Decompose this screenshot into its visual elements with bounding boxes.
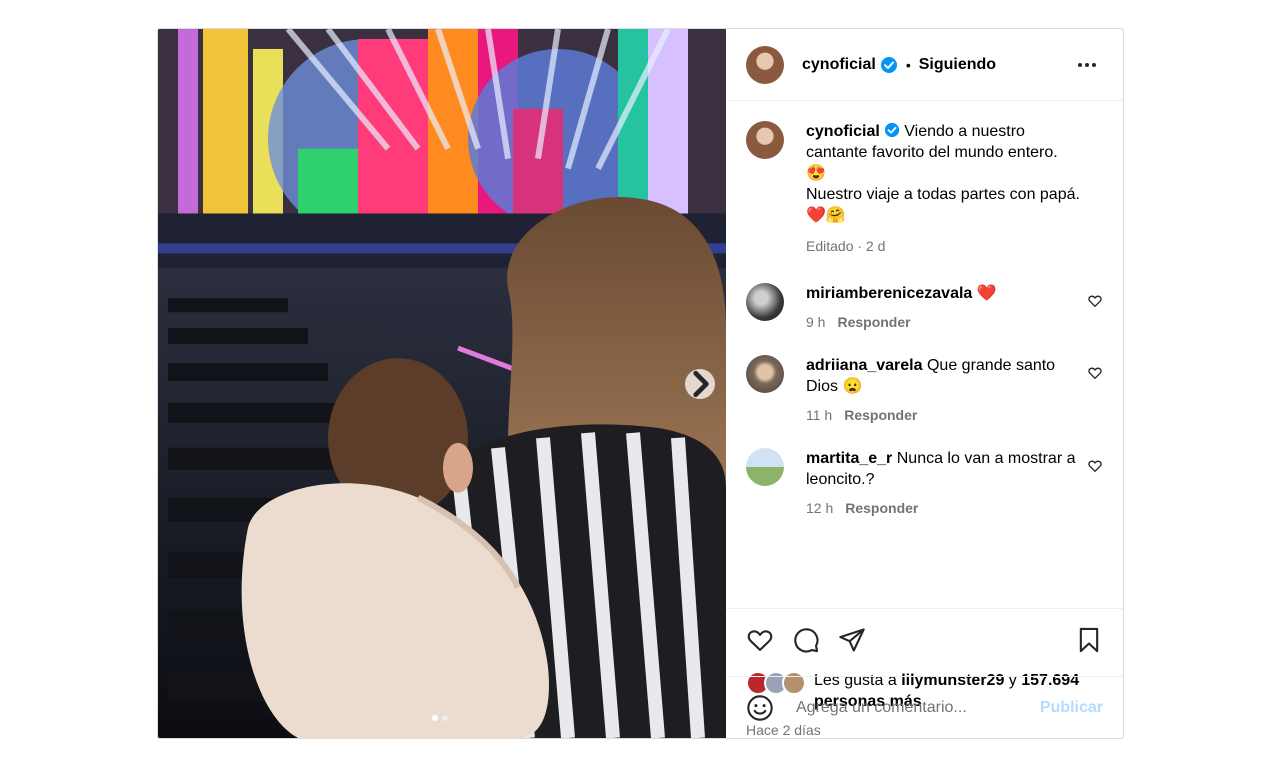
- header-username[interactable]: cynoficial: [802, 56, 876, 74]
- carousel-dot: [442, 715, 448, 721]
- heart-icon: [747, 629, 773, 651]
- commenter-avatar[interactable]: [746, 355, 784, 393]
- bookmark-icon: [1079, 627, 1099, 652]
- comment-body: ❤️: [976, 285, 997, 302]
- caption-username[interactable]: cynoficial: [806, 123, 880, 140]
- caption-text: cynoficial Viendo a nuestro cantante fav…: [806, 121, 1086, 257]
- comment-text: miriamberenicezavala ❤️ 9 h Responder: [806, 283, 1086, 333]
- carousel-dot-active: [432, 715, 438, 721]
- reply-button[interactable]: Responder: [845, 500, 918, 516]
- comment-username[interactable]: martita_e_r: [806, 450, 892, 467]
- paper-plane-icon: [839, 627, 865, 652]
- save-button[interactable]: [1075, 626, 1103, 654]
- next-image-button[interactable]: [685, 369, 715, 399]
- comment-bubble-icon: [794, 627, 819, 653]
- post-actions: [726, 608, 1123, 670]
- verified-badge-icon: [880, 56, 897, 73]
- comment-meta: 9 h Responder: [806, 312, 1086, 333]
- comment-meta: 11 h Responder: [806, 405, 1086, 426]
- comment-meta: 12 h Responder: [806, 498, 1086, 519]
- comment-username[interactable]: miriamberenicezavala: [806, 285, 972, 302]
- chevron-right-icon: [693, 370, 709, 398]
- comment-button[interactable]: [792, 626, 820, 654]
- post-side-panel: cynoficial • Siguiendo cynoficial Viendo…: [726, 29, 1123, 738]
- caption-meta: Editado · 2 d: [806, 238, 886, 254]
- comment-time[interactable]: 9 h: [806, 314, 825, 330]
- avatar[interactable]: [746, 45, 784, 84]
- caption-line2: Nuestro viaje a todas partes con papá.: [806, 186, 1080, 203]
- comment-item: adriiana_varela Que grande santo Dios 😦 …: [746, 355, 1103, 426]
- caption-emoji1: 😍: [806, 165, 826, 182]
- verified-badge-icon: [884, 122, 899, 138]
- comment-text: martita_e_r Nunca lo van a mostrar a leo…: [806, 448, 1086, 519]
- post-dialog: cynoficial • Siguiendo cynoficial Viendo…: [157, 28, 1124, 739]
- comment-text: adriiana_varela Que grande santo Dios 😦 …: [806, 355, 1086, 426]
- like-comment-heart-icon[interactable]: [1087, 293, 1103, 309]
- post-header: cynoficial • Siguiendo: [726, 29, 1123, 101]
- caption: cynoficial Viendo a nuestro cantante fav…: [746, 121, 1103, 257]
- commenter-avatar[interactable]: [746, 283, 784, 321]
- carousel-indicator: [432, 715, 448, 721]
- comment-username[interactable]: adriiana_varela: [806, 357, 923, 374]
- caption-avatar[interactable]: [746, 121, 784, 159]
- publish-button[interactable]: Publicar: [1040, 699, 1103, 717]
- emoji-icon[interactable]: [746, 694, 774, 722]
- comment-item: miriamberenicezavala ❤️ 9 h Responder: [746, 283, 1103, 333]
- add-comment-bar: Publicar: [726, 676, 1123, 738]
- like-comment-heart-icon[interactable]: [1087, 458, 1103, 474]
- post-image[interactable]: [158, 29, 726, 738]
- reply-button[interactable]: Responder: [837, 314, 910, 330]
- post-photo: [158, 29, 726, 738]
- separator-dot: •: [905, 56, 911, 73]
- commenter-avatar[interactable]: [746, 448, 784, 486]
- comment-input[interactable]: [794, 697, 1040, 718]
- comment-item: martita_e_r Nunca lo van a mostrar a leo…: [746, 448, 1103, 519]
- comment-time[interactable]: 12 h: [806, 500, 833, 516]
- like-button[interactable]: [746, 626, 774, 654]
- reply-button[interactable]: Responder: [844, 407, 917, 423]
- comments-section[interactable]: cynoficial Viendo a nuestro cantante fav…: [726, 101, 1123, 608]
- caption-emoji2: ❤️🤗: [806, 207, 846, 224]
- following-button[interactable]: Siguiendo: [919, 56, 996, 74]
- share-button[interactable]: [838, 626, 866, 654]
- like-comment-heart-icon[interactable]: [1087, 365, 1103, 381]
- more-options-icon[interactable]: [1071, 49, 1103, 81]
- comment-time[interactable]: 11 h: [806, 407, 832, 423]
